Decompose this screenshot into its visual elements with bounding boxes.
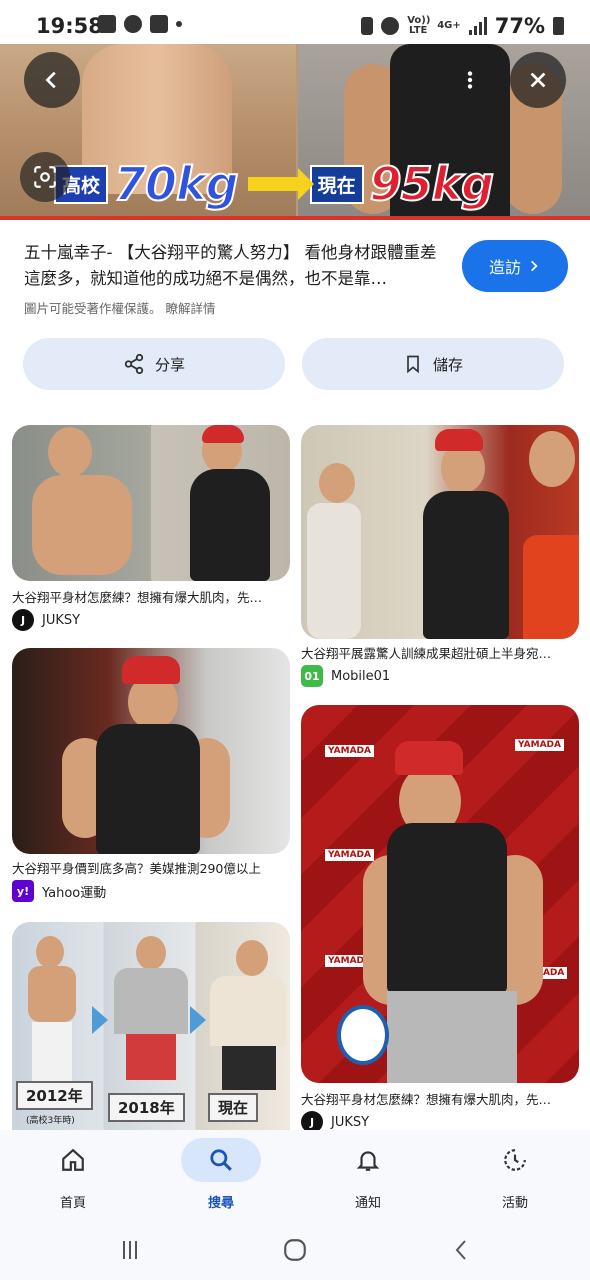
recents-icon xyxy=(123,1241,137,1259)
juksy-logo-icon: J xyxy=(12,609,34,631)
chevron-right-icon xyxy=(531,260,538,272)
nav-home[interactable]: 首頁 xyxy=(18,1138,128,1211)
share-button[interactable]: 分享 xyxy=(23,338,285,390)
chevron-left-icon xyxy=(45,71,56,89)
related-caption[interactable]: 大谷翔平展露驚人訓練成果超壯碩上半身宛… xyxy=(301,643,579,662)
status-bar: 19:58 Vo)) LTE 4G+ 77% xyxy=(0,0,590,44)
copyright-notice[interactable]: 圖片可能受著作權保護。 瞭解詳情 xyxy=(24,298,215,317)
related-card[interactable]: 大谷翔平身材怎麼練？想擁有爆大肌肉，先… J JUKSY xyxy=(12,425,290,635)
related-card[interactable]: 大谷翔平身價到底多高？美媒推測290億以上 y! Yahoo運動 xyxy=(12,648,290,902)
battery-icon xyxy=(553,17,564,35)
related-source[interactable]: 01 Mobile01 xyxy=(301,665,390,687)
more-options-button[interactable] xyxy=(442,52,498,108)
gallery-icon xyxy=(98,15,116,33)
battery-saver-icon xyxy=(361,17,374,35)
home-icon xyxy=(33,1138,113,1182)
source-name: Mobile01 xyxy=(331,668,391,684)
share-icon xyxy=(124,353,144,375)
nav-label: 首頁 xyxy=(59,1196,86,1211)
bookmark-icon xyxy=(407,355,419,374)
search-icon xyxy=(181,1138,261,1182)
battery-percent: 77% xyxy=(494,14,545,38)
network-type: 4G+ xyxy=(437,20,461,31)
result-title[interactable]: 五十嵐幸子- 【大谷翔平的驚人努力】 看他身材跟體重差這麼多，就知道他的成功絕不… xyxy=(24,240,444,292)
year-label: 2018年 xyxy=(108,1093,185,1122)
nav-label: 搜尋 xyxy=(207,1196,234,1211)
nav-search[interactable]: 搜尋 xyxy=(166,1138,276,1211)
bell-icon xyxy=(328,1138,408,1182)
banner-label-right: 現在 xyxy=(309,164,364,204)
checkbox-icon xyxy=(150,15,168,33)
related-thumbnail[interactable] xyxy=(301,425,579,639)
more-vert-icon xyxy=(467,71,473,89)
signal-icon xyxy=(468,17,487,35)
banner-value-right: 95kg xyxy=(369,156,496,212)
nav-notifications[interactable]: 通知 xyxy=(313,1138,423,1211)
preview-image[interactable]: 高校 70kg 現在 95kg xyxy=(0,44,590,220)
related-caption[interactable]: 大谷翔平身價到底多高？美媒推測290億以上 xyxy=(12,858,290,877)
related-thumbnail[interactable]: 2012年 (高校3年時) 2018年 現在 xyxy=(12,922,290,1130)
source-name: JUKSY xyxy=(331,1114,370,1130)
visit-button[interactable]: 造訪 xyxy=(462,240,568,292)
more-notifications-icon xyxy=(176,21,182,27)
image-bottom-edge xyxy=(0,216,590,220)
related-thumbnail[interactable]: YAMADA YAMADA YAMADA FUNAI YAMADA MADA F… xyxy=(301,705,579,1083)
year-note: (高校3年時) xyxy=(26,1116,75,1126)
year-label: 現在 xyxy=(208,1093,259,1122)
lens-icon xyxy=(34,166,56,188)
related-thumbnail[interactable] xyxy=(12,425,290,581)
home-system-button[interactable] xyxy=(275,1234,315,1266)
related-thumbnail[interactable] xyxy=(12,648,290,854)
related-card[interactable]: 2012年 (高校3年時) 2018年 現在 xyxy=(12,922,290,1130)
yahoo-logo-icon: y! xyxy=(12,880,34,902)
related-caption[interactable]: 大谷翔平身材怎麼練？想擁有爆大肌肉，先… xyxy=(12,587,290,606)
bottom-navigation: 首頁 搜尋 通知 活動 xyxy=(0,1130,590,1220)
notification-icons xyxy=(98,15,182,33)
line-app-icon xyxy=(124,15,142,33)
weight-banner: 高校 70kg 現在 95kg xyxy=(54,156,496,212)
lens-search-button[interactable] xyxy=(20,152,70,202)
related-card[interactable]: 大谷翔平展露驚人訓練成果超壯碩上半身宛… 01 Mobile01 xyxy=(301,425,579,687)
save-button[interactable]: 儲存 xyxy=(302,338,564,390)
activity-icon xyxy=(475,1138,555,1182)
close-icon xyxy=(530,72,546,88)
nav-label: 活動 xyxy=(501,1196,528,1211)
banner-value-left: 70kg xyxy=(113,156,240,212)
source-name: JUKSY xyxy=(42,612,81,628)
arrow-right-icon xyxy=(247,168,314,200)
home-circle-icon xyxy=(284,1239,306,1261)
system-status: Vo)) LTE 4G+ 77% xyxy=(361,14,564,38)
back-button[interactable] xyxy=(24,52,80,108)
related-source[interactable]: y! Yahoo運動 xyxy=(12,880,106,902)
year-label: 2012年 xyxy=(16,1081,93,1110)
save-label: 儲存 xyxy=(432,355,463,374)
visit-label: 造訪 xyxy=(488,258,521,277)
close-button[interactable] xyxy=(510,52,566,108)
volte-indicator: Vo)) LTE xyxy=(407,15,431,36)
nav-activity[interactable]: 活動 xyxy=(460,1138,570,1211)
related-card[interactable]: YAMADA YAMADA YAMADA FUNAI YAMADA MADA F… xyxy=(301,705,579,1133)
recent-apps-button[interactable] xyxy=(110,1234,150,1266)
source-name: Yahoo運動 xyxy=(42,885,107,901)
share-label: 分享 xyxy=(154,355,185,374)
status-time: 19:58 xyxy=(36,14,103,38)
related-source[interactable]: J JUKSY xyxy=(12,609,80,631)
back-arrow-icon xyxy=(455,1240,466,1260)
back-system-button[interactable] xyxy=(442,1234,482,1266)
system-navigation-bar xyxy=(0,1220,590,1280)
nav-label: 通知 xyxy=(354,1196,381,1211)
related-caption[interactable]: 大谷翔平身材怎麼練？想擁有爆大肌肉，先… xyxy=(301,1089,579,1108)
alarm-icon xyxy=(381,17,400,35)
mobile01-logo-icon: 01 xyxy=(301,665,323,687)
